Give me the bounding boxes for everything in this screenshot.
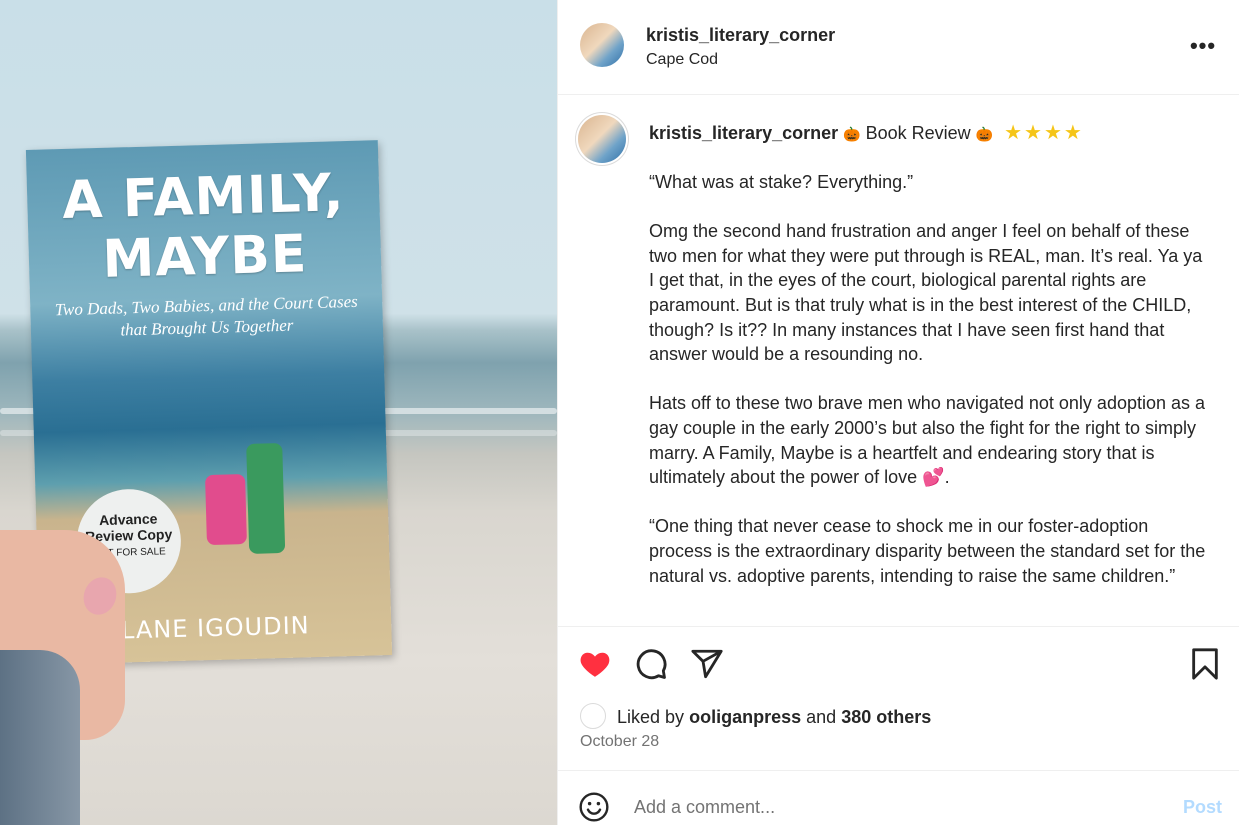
post-photo[interactable]: A FAMILY, MAYBE Two Dads, Two Babies, an… [0, 0, 557, 825]
post-actions: Liked by ooliganpress and 380 others Oct… [558, 626, 1239, 767]
child-figure [205, 474, 247, 546]
sleeve [0, 650, 80, 825]
comment-icon[interactable] [634, 647, 668, 681]
caption-paragraph: “What was at stake? Everything.” [649, 172, 914, 192]
two-hearts-icon: 💕 [922, 467, 945, 488]
post-side-panel: kristis_literary_corner Cape Cod ••• kri… [557, 0, 1239, 825]
caption-section: kristis_literary_corner 🎃 Book Review 🎃 … [558, 95, 1239, 625]
header-location[interactable]: Cape Cod [646, 51, 718, 69]
caption-paragraph: Omg the second hand frustration and ange… [649, 221, 1208, 365]
comment-input[interactable] [634, 797, 1114, 818]
caption-avatar[interactable] [578, 115, 626, 163]
book-title-line2: MAYBE [101, 224, 309, 290]
caption-tag: Book Review [865, 123, 971, 143]
pumpkin-icon: 🎃 [843, 126, 861, 142]
likes-user[interactable]: ooliganpress [689, 707, 801, 727]
pumpkin-icon: 🎃 [975, 126, 994, 142]
rating-stars-icon: ★★★★ [1004, 122, 1084, 144]
caption-text: “What was at stake? Everything.” Omg the… [649, 170, 1209, 613]
caption-period: . [944, 467, 950, 488]
post-comment-button[interactable]: Post [1183, 797, 1222, 818]
post-header: kristis_literary_corner Cape Cod ••• [558, 0, 1239, 95]
caption-username[interactable]: kristis_literary_corner [649, 123, 838, 143]
share-icon[interactable] [690, 647, 724, 681]
likes-prefix: Liked by [617, 706, 685, 727]
likes-others[interactable]: 380 others [841, 707, 931, 727]
caption-header: kristis_literary_corner 🎃 Book Review 🎃 … [649, 120, 1084, 145]
post-date[interactable]: October 28 [580, 733, 659, 751]
child-figure [246, 442, 286, 554]
more-options-icon[interactable]: ••• [1188, 35, 1218, 57]
liker-avatar[interactable] [580, 703, 606, 729]
comment-bar: Post [558, 770, 1239, 826]
like-heart-icon[interactable] [578, 647, 612, 681]
avatar[interactable] [580, 23, 624, 67]
book-title-line1: A FAMILY, [61, 163, 346, 232]
caption-paragraph: Hats off to these two brave men who navi… [649, 391, 1209, 489]
header-username[interactable]: kristis_literary_corner [646, 25, 835, 46]
emoji-icon[interactable] [578, 791, 610, 823]
caption-paragraph: “One thing that never cease to shock me … [649, 516, 1211, 586]
likes-and: and [806, 706, 837, 727]
book-subtitle: Two Dads, Two Babies, and the Court Case… [54, 291, 359, 340]
likes-summary: Liked by ooliganpress and 380 others [580, 703, 931, 731]
bookmark-icon[interactable] [1188, 647, 1222, 681]
